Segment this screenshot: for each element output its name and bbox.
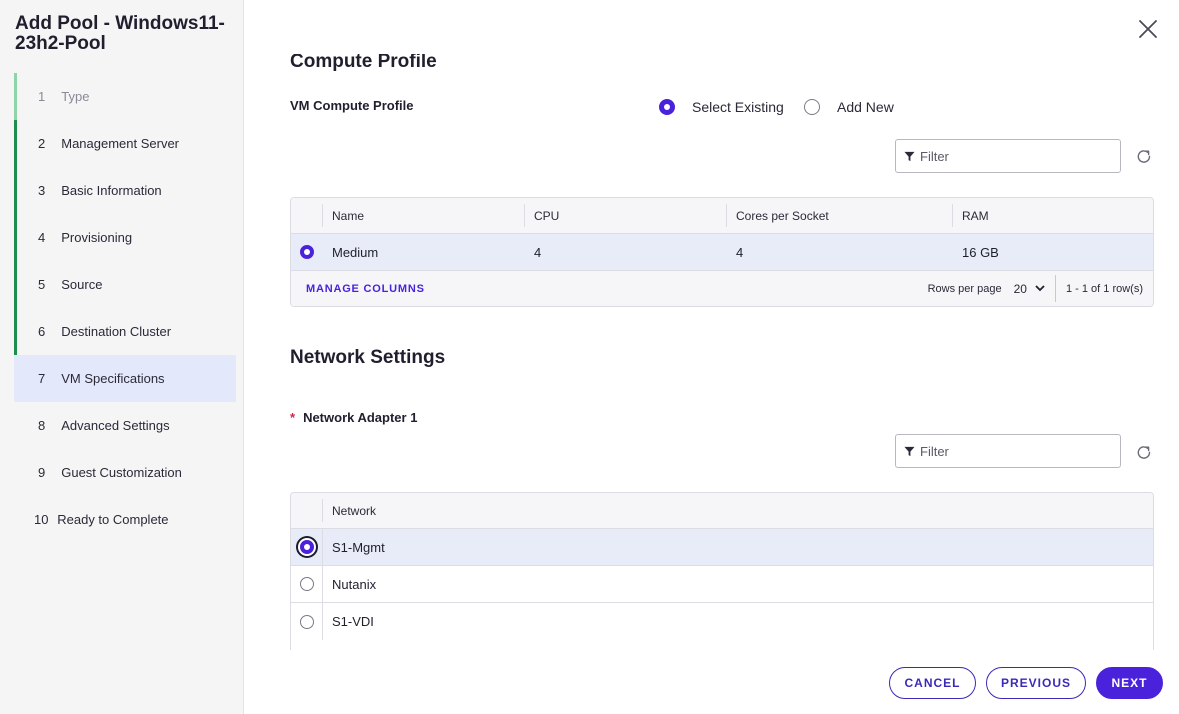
step-basic-information[interactable]: 3 Basic Information xyxy=(14,167,236,214)
cancel-button[interactable]: CANCEL xyxy=(889,667,976,699)
step-label: Provisioning xyxy=(61,230,133,245)
chevron-down-icon xyxy=(1035,285,1045,292)
row-select[interactable] xyxy=(291,566,322,602)
network-adapter-label: * Network Adapter 1 xyxy=(290,410,417,425)
step-number: 2 xyxy=(38,136,46,151)
step-source[interactable]: 5 Source xyxy=(14,261,236,308)
wizard-steps: 1 Type 2 Management Server 3 Basic Infor… xyxy=(14,73,236,543)
step-number: 6 xyxy=(38,324,46,339)
grid-header: Name CPU Cores per Socket RAM xyxy=(291,198,1153,234)
radio-label: Select Existing xyxy=(692,99,784,115)
step-label: Basic Information xyxy=(61,183,162,198)
step-label: Destination Cluster xyxy=(61,324,172,339)
radio-add-new[interactable]: Add New xyxy=(804,99,894,115)
compute-profile-title: Compute Profile xyxy=(290,46,1150,72)
radio-indicator xyxy=(299,540,314,554)
step-label: Management Server xyxy=(61,136,180,151)
rows-per-page-label: Rows per page xyxy=(927,282,1002,295)
pagination: Rows per page 20 1 - 1 of 1 row(s) xyxy=(928,275,1153,302)
refresh-icon xyxy=(1137,150,1151,163)
cell-ram: 16 GB xyxy=(962,244,999,260)
compute-profile-grid: Name CPU Cores per Socket RAM Medium 4 4… xyxy=(290,197,1154,307)
filter-placeholder: Filter xyxy=(920,148,949,164)
filter-icon xyxy=(904,151,915,161)
compute-profile-heading: Compute Profile xyxy=(290,51,437,72)
step-management-server[interactable]: 2 Management Server xyxy=(14,120,236,167)
step-label: VM Specifications xyxy=(61,371,165,386)
cell-name: Medium xyxy=(332,244,379,260)
close-button[interactable] xyxy=(1136,17,1160,41)
rows-per-page-value: 20 xyxy=(1013,281,1027,296)
column-header[interactable]: CPU xyxy=(524,198,726,233)
step-number: 4 xyxy=(38,230,46,245)
radio-select-existing[interactable]: Select Existing xyxy=(659,99,784,115)
wizard-title: Add Pool - Windows11-23h2-Pool xyxy=(15,13,225,54)
wizard-sidebar: Add Pool - Windows11-23h2-Pool 1 Type 2 … xyxy=(0,0,244,714)
required-mark: * xyxy=(290,410,296,425)
grid-footer: MANAGE COLUMNS Rows per page 20 1 - 1 of… xyxy=(291,271,1153,306)
network-refresh-button[interactable] xyxy=(1135,444,1153,462)
network-adapter-text: Network Adapter 1 xyxy=(303,410,418,425)
cell-network: S1-Mgmt xyxy=(322,529,1153,565)
step-label: Source xyxy=(61,277,103,292)
step-number: 7 xyxy=(38,371,46,386)
column-header[interactable]: Network xyxy=(322,493,1153,528)
refresh-icon xyxy=(1137,446,1151,459)
compute-refresh-button[interactable] xyxy=(1135,148,1153,166)
header-select-col xyxy=(291,493,322,528)
step-guest-customization[interactable]: 9 Guest Customization xyxy=(14,449,236,496)
previous-button[interactable]: PREVIOUS xyxy=(986,667,1086,699)
step-label: Guest Customization xyxy=(61,465,182,480)
compute-filter-input[interactable]: Filter xyxy=(895,139,1121,173)
column-header[interactable]: RAM xyxy=(952,198,1153,233)
step-type[interactable]: 1 Type xyxy=(14,73,236,120)
step-number: 9 xyxy=(38,465,46,480)
table-row[interactable]: Nutanix xyxy=(291,566,1153,603)
radio-indicator xyxy=(299,245,314,259)
step-destination-cluster[interactable]: 6 Destination Cluster xyxy=(14,308,236,355)
cell-network: S1-VDI xyxy=(322,603,1153,640)
radio-indicator xyxy=(804,99,820,115)
grid-header: Network xyxy=(291,493,1153,529)
step-number: 8 xyxy=(38,418,46,433)
radio-indicator xyxy=(299,577,314,591)
next-button[interactable]: NEXT xyxy=(1096,667,1163,699)
network-filter-input[interactable]: Filter xyxy=(895,434,1121,468)
table-row[interactable]: Medium 4 4 16 GB xyxy=(291,234,1153,271)
row-select[interactable] xyxy=(291,603,322,640)
network-grid: Network S1-Mgmt Nutanix S1-VDI xyxy=(290,492,1154,650)
table-row[interactable]: S1-VDI xyxy=(291,603,1153,640)
radio-indicator xyxy=(299,614,314,629)
filter-icon xyxy=(904,446,915,456)
radio-indicator xyxy=(659,99,675,115)
step-provisioning[interactable]: 4 Provisioning xyxy=(14,214,236,261)
step-vm-specifications[interactable]: 7 VM Specifications xyxy=(14,355,236,402)
close-icon xyxy=(1139,20,1157,38)
cell-cores: 4 xyxy=(736,244,744,260)
step-ready-to-complete[interactable]: 10 Ready to Complete xyxy=(14,496,236,543)
radio-label: Add New xyxy=(837,99,894,115)
rows-info: 1 - 1 of 1 row(s) xyxy=(1054,275,1143,302)
rows-per-page-select[interactable]: 20 xyxy=(1014,282,1045,296)
column-header[interactable]: Cores per Socket xyxy=(726,198,952,233)
manage-columns-button[interactable]: MANAGE COLUMNS xyxy=(306,283,425,295)
step-number: 10 xyxy=(34,512,49,527)
filter-placeholder: Filter xyxy=(920,443,949,459)
header-select-col xyxy=(291,198,322,233)
cell-network: Nutanix xyxy=(322,566,1153,602)
step-label: Ready to Complete xyxy=(57,512,169,527)
step-label: Advanced Settings xyxy=(61,418,170,433)
step-label: Type xyxy=(61,89,90,104)
step-number: 1 xyxy=(38,89,46,104)
vm-compute-profile-label: VM Compute Profile xyxy=(290,98,414,113)
cell-cpu: 4 xyxy=(534,244,542,260)
network-settings-title: Network Settings xyxy=(290,347,446,368)
column-header[interactable]: Name xyxy=(322,198,524,233)
step-advanced-settings[interactable]: 8 Advanced Settings xyxy=(14,402,236,449)
row-select[interactable] xyxy=(291,529,322,565)
step-number: 5 xyxy=(38,277,46,292)
table-row[interactable]: S1-Mgmt xyxy=(291,529,1153,566)
row-select[interactable] xyxy=(291,234,322,270)
step-number: 3 xyxy=(38,183,46,198)
